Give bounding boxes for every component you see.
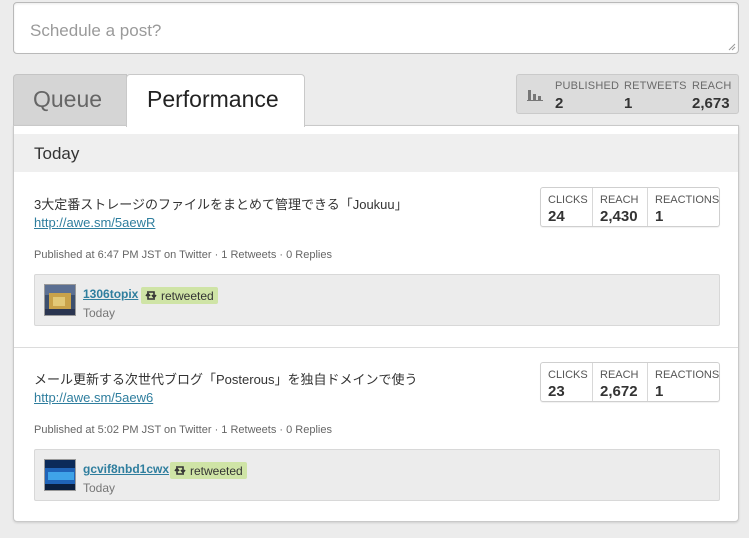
post-metrics: CLICKS 23 REACH 2,672 REACTIONS 1	[540, 362, 720, 402]
post-link[interactable]: http://awe.sm/5aewR	[34, 215, 155, 230]
metric-reactions-label: REACTIONS	[655, 369, 720, 381]
metric-clicks: CLICKS 24	[541, 188, 592, 226]
retweeted-badge: retweeted	[141, 287, 218, 304]
tab-performance[interactable]: Performance	[126, 74, 305, 127]
metric-clicks-label: CLICKS	[548, 369, 588, 381]
metric-clicks: CLICKS 23	[541, 363, 592, 401]
post-meta: Published at 6:47 PM JST on Twitter · 1 …	[34, 249, 332, 261]
summary-stats: PUBLISHED 2 RETWEETS 1 REACH 2,673	[516, 74, 739, 114]
section-title: Today	[34, 144, 80, 163]
post-meta: Published at 5:02 PM JST on Twitter · 1 …	[34, 424, 332, 436]
metric-reactions: REACTIONS 1	[647, 188, 719, 226]
stat-published-label: PUBLISHED	[555, 80, 620, 92]
stat-reach: REACH 2,673	[692, 80, 732, 112]
retweet-time: Today	[83, 306, 116, 320]
metric-reactions-value: 1	[655, 383, 664, 400]
avatar[interactable]	[44, 284, 76, 316]
retweet-time: Today	[83, 481, 116, 495]
avatar[interactable]	[44, 459, 76, 491]
metric-clicks-value: 24	[548, 208, 565, 225]
metric-reach: REACH 2,672	[592, 363, 647, 401]
retweet-username[interactable]: 1306topix	[83, 287, 138, 301]
retweet-username[interactable]: gcvif8nbd1cwx	[83, 462, 169, 476]
performance-panel: Today 3大定番ストレージのファイルをまとめて管理できる「Joukuu」 h…	[13, 125, 739, 522]
metric-reactions-label: REACTIONS	[655, 194, 720, 206]
bar-chart-icon	[527, 90, 543, 101]
metric-reactions: REACTIONS 1	[647, 363, 719, 401]
schedule-post-placeholder: Schedule a post?	[30, 21, 162, 40]
post-title: 3大定番ストレージのファイルをまとめて管理できる「Joukuu」	[34, 197, 408, 212]
stat-reach-value: 2,673	[692, 95, 730, 112]
stat-retweets-value: 1	[624, 95, 633, 112]
post-link[interactable]: http://awe.sm/5aew6	[34, 390, 153, 405]
stat-retweets: RETWEETS 1	[624, 80, 687, 112]
stat-retweets-label: RETWEETS	[624, 80, 687, 92]
post-divider	[14, 347, 738, 348]
stat-published: PUBLISHED 2	[555, 80, 619, 112]
stat-published-value: 2	[555, 95, 564, 112]
metric-reach-value: 2,672	[600, 383, 638, 400]
metric-reach-label: REACH	[600, 194, 639, 206]
tab-queue[interactable]: Queue	[13, 74, 127, 126]
metric-reactions-value: 1	[655, 208, 664, 225]
metric-reach-label: REACH	[600, 369, 639, 381]
metric-clicks-value: 23	[548, 383, 565, 400]
retweeted-badge: retweeted	[170, 462, 247, 479]
section-header: Today	[14, 134, 738, 172]
stat-reach-label: REACH	[692, 80, 732, 92]
retweet-icon	[145, 291, 157, 300]
post-title: メール更新する次世代ブログ「Posterous」を独自ドメインで使う	[34, 372, 418, 387]
retweet-icon	[174, 466, 186, 475]
retweet-item: 1306topix retweeted Today	[34, 274, 720, 326]
metric-clicks-label: CLICKS	[548, 194, 588, 206]
schedule-post-input[interactable]: Schedule a post?	[13, 2, 739, 54]
retweeted-badge-label: retweeted	[190, 464, 243, 478]
retweeted-badge-label: retweeted	[161, 289, 214, 303]
metric-reach: REACH 2,430	[592, 188, 647, 226]
retweet-item: gcvif8nbd1cwx retweeted Today	[34, 449, 720, 501]
post-metrics: CLICKS 24 REACH 2,430 REACTIONS 1	[540, 187, 720, 227]
metric-reach-value: 2,430	[600, 208, 638, 225]
resize-grip-icon[interactable]	[727, 42, 736, 51]
